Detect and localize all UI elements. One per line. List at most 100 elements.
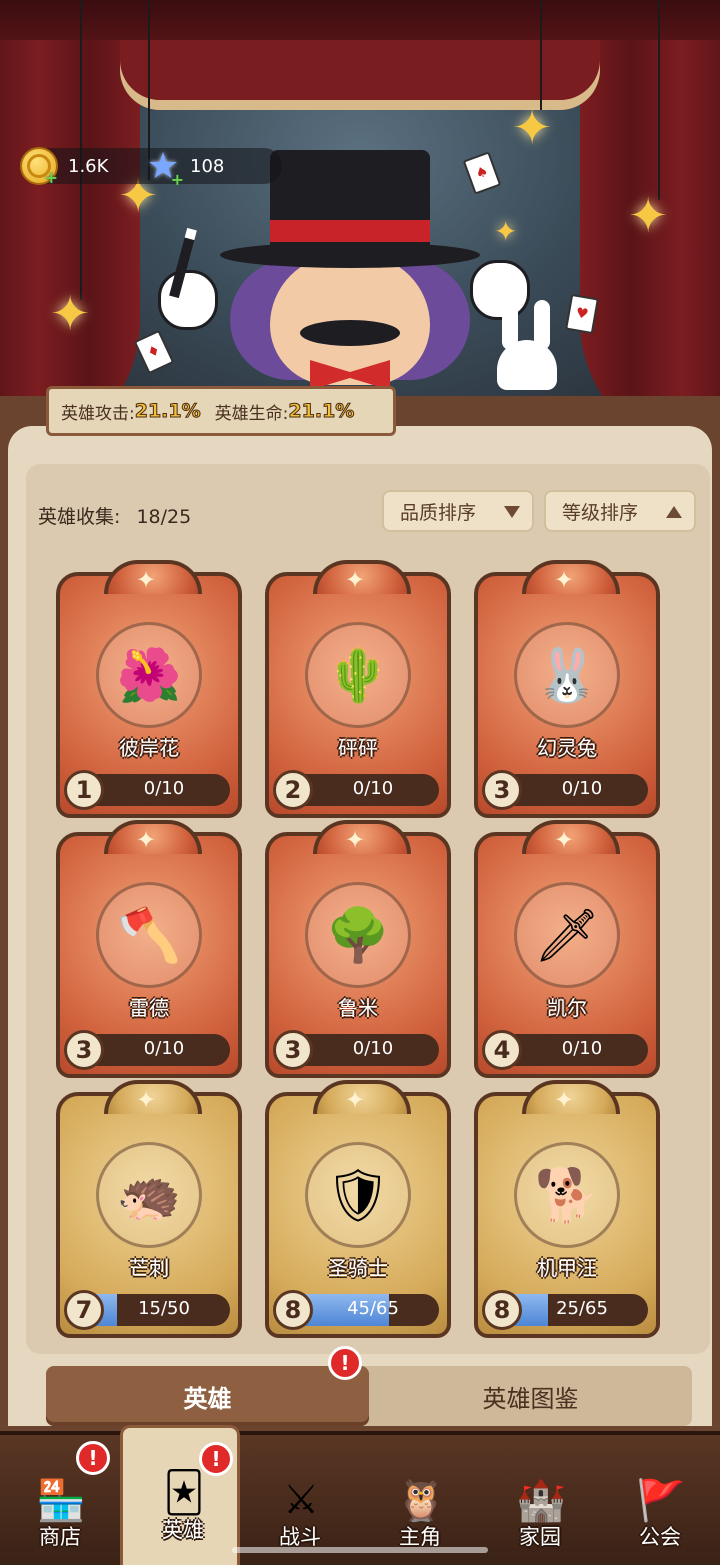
hero-rank-badge: 2 xyxy=(273,770,313,810)
gold-amount: 1.6K xyxy=(68,155,109,177)
hp-bonus-label: 英雄生命: xyxy=(214,403,289,424)
alert-badge-icon: ! xyxy=(76,1441,110,1475)
gold-counter[interactable]: + 1.6K xyxy=(20,147,109,187)
gem-counter[interactable]: ★ + 108 xyxy=(144,145,225,190)
add-gem-icon[interactable]: + xyxy=(171,170,184,189)
nav-hero-cards[interactable]: 🃏 英雄! xyxy=(120,1425,240,1565)
magician-character xyxy=(150,150,550,390)
sparkle-icon: ✦ xyxy=(345,566,366,594)
hat-band xyxy=(270,220,430,242)
hero-bonus-label: 英雄攻击: 21.1% 英雄生命: 21.1% xyxy=(46,386,396,436)
hero-name: 鲁米 xyxy=(338,996,378,1020)
star-gem-icon: ★ + xyxy=(146,145,184,190)
hero-rank-badge: 4 xyxy=(482,1030,522,1070)
hero-name: 芒刺 xyxy=(129,1256,169,1280)
hero-rank-badge: 7 xyxy=(64,1290,104,1330)
attack-bonus-value: 21.1% xyxy=(134,400,201,423)
collection-value: 18/25 xyxy=(136,506,192,528)
hero-card[interactable]: ✦ 🐰 幻灵兔 0/10 3 xyxy=(474,560,660,818)
rabbit-hero-icon: 🐰 xyxy=(514,622,620,728)
quality-sort-button[interactable]: 品质排序 xyxy=(382,490,534,532)
bunny-head xyxy=(497,340,557,390)
gold-coin-icon: + xyxy=(20,147,58,187)
hero-name: 彼岸花 xyxy=(119,736,179,760)
nav-protagonist[interactable]: 🦉 主角 xyxy=(360,1435,480,1565)
star-string xyxy=(540,0,542,110)
glove-left xyxy=(158,270,218,330)
stage-banner: ✦ ✦ ✦ ✦ ✦ ♠ ♥ ♦ + 1.6K ★ + 108 xyxy=(0,0,720,440)
hero-card[interactable]: ✦ 🛡 圣骑士 45/65 8 xyxy=(265,1080,451,1338)
hero-shard-count: 0/10 xyxy=(143,1038,185,1059)
curtain-left xyxy=(0,40,140,440)
star-decoration-icon: ✦ xyxy=(512,100,553,156)
sparkle-icon: ✦ xyxy=(136,1086,157,1114)
level-sort-button[interactable]: 等级排序 xyxy=(544,490,696,532)
sparkle-icon: ✦ xyxy=(136,826,157,854)
tab-hero-codex[interactable]: 英雄图鉴 xyxy=(369,1366,692,1426)
add-gold-icon[interactable]: + xyxy=(45,168,58,187)
hero-name: 砰砰 xyxy=(338,736,378,760)
sparkle-icon: ✦ xyxy=(554,566,575,594)
sparkle-icon: ✦ xyxy=(554,1086,575,1114)
hero-card[interactable]: ✦ 🌺 彼岸花 0/10 1 xyxy=(56,560,242,818)
currency-bar: + 1.6K ★ + 108 xyxy=(20,145,282,190)
flower-hero-icon: 🌺 xyxy=(96,622,202,728)
quality-sort-label: 品质排序 xyxy=(400,501,477,524)
hero-shard-count: 0/10 xyxy=(561,778,603,799)
panel-body: 英雄收集: 18/25 品质排序 等级排序 ✦ 🌺 彼岸花 0/10 1 ✦ 🌵 砰砰 0/10… xyxy=(8,426,712,1426)
bunny-character xyxy=(492,300,562,390)
tree-hero-icon: 🌳 xyxy=(305,882,411,988)
nav-battle[interactable]: ⚔ 战斗 xyxy=(240,1435,360,1565)
tab-heroes[interactable]: 英雄 xyxy=(46,1366,369,1426)
collection-count: 英雄收集: 18/25 xyxy=(38,502,191,529)
hat-brim xyxy=(220,242,480,268)
hero-shard-count: 0/10 xyxy=(143,778,185,799)
gem-amount: 108 xyxy=(190,155,225,177)
star-string xyxy=(658,0,660,200)
magician-mustache xyxy=(300,320,400,346)
hero-rank-badge: 3 xyxy=(482,770,522,810)
hero-shard-count: 25/65 xyxy=(556,1298,608,1319)
nav-shop[interactable]: 🏪 商店! xyxy=(0,1435,120,1565)
hero-card[interactable]: ✦ 🌳 鲁米 0/10 3 xyxy=(265,820,451,1078)
hero-name: 凯尔 xyxy=(547,996,587,1020)
nav-guild[interactable]: 🚩 公会 xyxy=(600,1435,720,1565)
hero-name: 圣骑士 xyxy=(328,1256,388,1280)
hero-shard-count: 0/10 xyxy=(561,1038,603,1059)
home-indicator xyxy=(232,1547,488,1553)
hero-card[interactable]: ✦ 🗡 凯尔 0/10 4 xyxy=(474,820,660,1078)
hero-card[interactable]: ✦ 🌵 砰砰 0/10 2 xyxy=(265,560,451,818)
collection-label: 英雄收集: xyxy=(38,506,121,528)
paladin-hero-icon: 🛡 xyxy=(305,1142,411,1248)
hero-rank-badge: 3 xyxy=(64,1030,104,1070)
hero-shard-count: 15/50 xyxy=(138,1298,190,1319)
star-decoration-icon: ✦ xyxy=(628,188,669,244)
hero-card[interactable]: ✦ 🦔 芒刺 15/50 7 xyxy=(56,1080,242,1338)
sparkle-icon: ✦ xyxy=(345,1086,366,1114)
hp-bonus-value: 21.1% xyxy=(288,400,355,423)
alert-badge-icon: ! xyxy=(328,1346,362,1380)
hero-rank-badge: 8 xyxy=(273,1290,313,1330)
nav-label: 英雄 xyxy=(162,1518,204,1542)
viking-hero-icon: 🪓 xyxy=(96,882,202,988)
hero-rank-badge: 8 xyxy=(482,1290,522,1330)
sparkle-icon: ✦ xyxy=(345,826,366,854)
alert-badge-icon: ! xyxy=(199,1442,233,1476)
hero-card[interactable]: ✦ 🪓 雷德 0/10 3 xyxy=(56,820,242,1078)
sort-up-icon xyxy=(666,506,682,518)
cactus-hero-icon: 🌵 xyxy=(305,622,411,728)
divider xyxy=(26,538,710,548)
mech-dog-hero-icon: 🐕 xyxy=(514,1142,620,1248)
hero-card[interactable]: ✦ 🐕 机甲汪 25/65 8 xyxy=(474,1080,660,1338)
nav-label: 家园 xyxy=(519,1525,561,1549)
bottom-nav: 🏪 商店! 🃏 英雄! ⚔ 战斗 🦉 主角 🏰 家园 🚩 公会 xyxy=(0,1425,720,1565)
nav-label: 商店 xyxy=(39,1525,81,1549)
sparkle-icon: ✦ xyxy=(136,566,157,594)
hero-rank-badge: 1 xyxy=(64,770,104,810)
star-decoration-icon: ✦ xyxy=(50,286,91,342)
nav-label: 公会 xyxy=(639,1525,681,1549)
spike-hero-icon: 🦔 xyxy=(96,1142,202,1248)
nav-castle[interactable]: 🏰 家园 xyxy=(480,1435,600,1565)
hero-shard-count: 45/65 xyxy=(347,1298,399,1319)
hero-shard-count: 0/10 xyxy=(352,1038,394,1059)
